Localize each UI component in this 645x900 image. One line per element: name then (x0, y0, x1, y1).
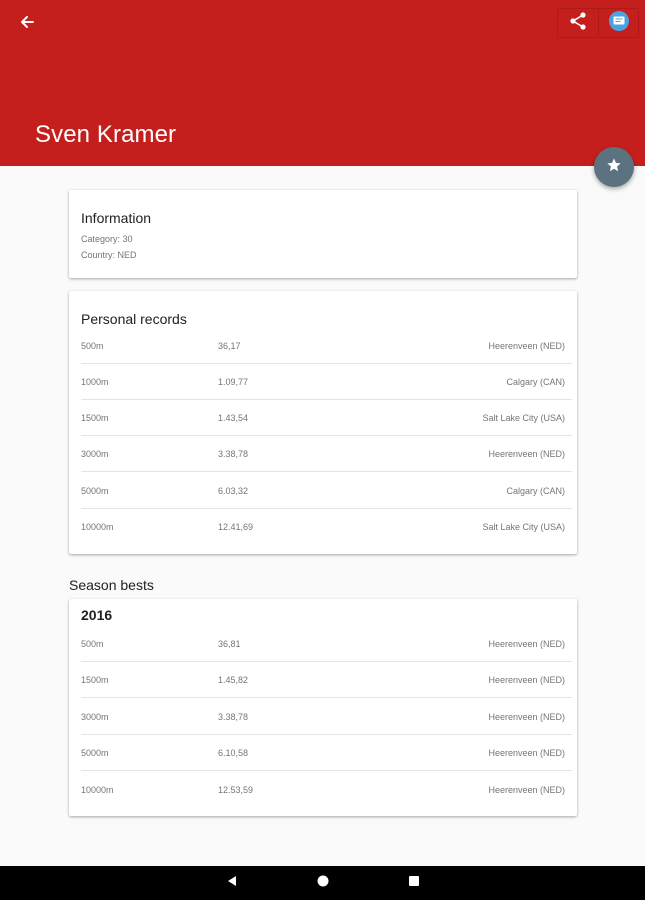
season-bests-card: 2016 500m 36,81 Heerenveen (NED) 1500m 1… (69, 599, 577, 816)
record-row[interactable]: 500m 36,17 Heerenveen (NED) (81, 328, 572, 364)
category-text: Category: 30 (81, 234, 133, 244)
record-row[interactable]: 1000m 1.09,77 Calgary (CAN) (81, 364, 572, 400)
personal-records-title: Personal records (81, 311, 187, 327)
record-distance: 3000m (81, 449, 109, 459)
record-time: 12.41,69 (218, 522, 254, 532)
record-row[interactable]: 1500m 1.43,54 Salt Lake City (USA) (81, 400, 572, 436)
record-distance: 500m (81, 341, 104, 351)
record-distance: 1000m (81, 377, 109, 387)
record-distance: 1500m (81, 413, 109, 423)
nav-back-triangle-icon (226, 874, 238, 892)
record-time: 6.03,32 (218, 486, 249, 496)
favorite-fab[interactable] (594, 147, 634, 187)
season-distance: 10000m (81, 785, 114, 795)
season-row[interactable]: 500m 36,81 Heerenveen (NED) (81, 626, 572, 662)
record-distance: 5000m (81, 486, 109, 496)
season-location: Heerenveen (NED) (488, 712, 565, 722)
nav-recents-button[interactable] (403, 872, 425, 894)
season-distance: 5000m (81, 748, 109, 758)
record-row[interactable]: 10000m 12.41,69 Salt Lake City (USA) (81, 509, 572, 545)
back-button[interactable] (14, 11, 40, 37)
season-time: 6.10,58 (218, 748, 249, 758)
record-time: 1.09,77 (218, 377, 249, 387)
record-location: Salt Lake City (USA) (482, 522, 565, 532)
season-year: 2016 (81, 607, 113, 623)
nav-home-button[interactable] (312, 872, 334, 894)
record-location: Salt Lake City (USA) (482, 413, 565, 423)
season-row[interactable]: 10000m 12.53,59 Heerenveen (NED) (81, 772, 572, 808)
season-location: Heerenveen (NED) (488, 639, 565, 649)
season-location: Heerenveen (NED) (488, 675, 565, 685)
season-time: 12.53,59 (218, 785, 254, 795)
share-button[interactable] (558, 9, 598, 37)
record-time: 36,17 (218, 341, 241, 351)
record-distance: 10000m (81, 522, 114, 532)
app-bar: Sven Kramer (0, 0, 645, 166)
record-location: Heerenveen (NED) (488, 341, 565, 351)
information-title: Information (81, 210, 152, 226)
season-location: Heerenveen (NED) (488, 748, 565, 758)
season-distance: 3000m (81, 712, 109, 722)
season-row[interactable]: 5000m 6.10,58 Heerenveen (NED) (81, 735, 572, 771)
record-location: Heerenveen (NED) (488, 449, 565, 459)
season-bests-title: Season bests (69, 577, 154, 593)
season-location: Heerenveen (NED) (488, 785, 565, 795)
country-text: Country: NED (81, 250, 137, 260)
record-row[interactable]: 3000m 3.38,78 Heerenveen (NED) (81, 436, 572, 472)
season-distance: 500m (81, 639, 104, 649)
star-icon (606, 157, 622, 178)
chat-button[interactable] (598, 9, 638, 37)
season-row[interactable]: 1500m 1.45,82 Heerenveen (NED) (81, 662, 572, 698)
season-time: 3.38,78 (218, 712, 249, 722)
record-location: Calgary (CAN) (506, 486, 565, 496)
season-distance: 1500m (81, 675, 109, 685)
record-time: 1.43,54 (218, 413, 249, 423)
nav-home-circle-icon (317, 874, 329, 892)
arrow-back-icon (20, 15, 34, 34)
nav-back-button[interactable] (221, 872, 243, 894)
season-row[interactable]: 3000m 3.38,78 Heerenveen (NED) (81, 699, 572, 735)
information-card: Information Category: 30 Country: NED (69, 190, 577, 278)
app-bar-actions (557, 8, 639, 38)
share-icon (568, 11, 588, 36)
personal-records-card: Personal records 500m 36,17 Heerenveen (… (69, 291, 577, 554)
record-time: 3.38,78 (218, 449, 249, 459)
system-nav-bar (0, 866, 645, 900)
page-title: Sven Kramer (35, 121, 177, 148)
record-location: Calgary (CAN) (506, 377, 565, 387)
nav-recents-square-icon (408, 874, 420, 892)
record-row[interactable]: 5000m 6.03,32 Calgary (CAN) (81, 473, 572, 509)
chat-bubble-icon (608, 10, 630, 37)
season-time: 1.45,82 (218, 675, 249, 685)
season-time: 36,81 (218, 639, 241, 649)
